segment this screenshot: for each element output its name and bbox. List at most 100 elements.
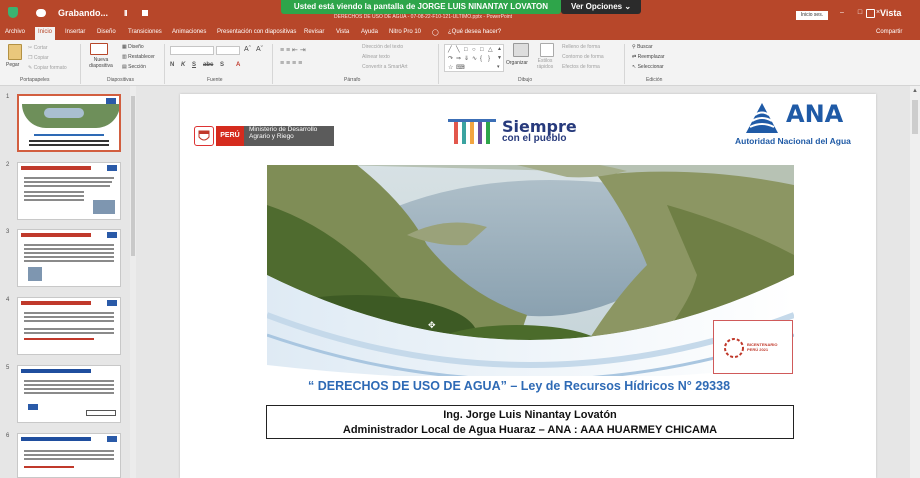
rectangle-shape-icon[interactable]: □ [464, 47, 468, 53]
cut-button[interactable]: ✂ Cortar [28, 45, 48, 51]
tab-vista[interactable]: Vista [336, 29, 349, 35]
thumbnail-logo [107, 436, 117, 442]
arrow-shape-icon[interactable]: ↷ [448, 56, 453, 62]
thumbnail-text [24, 384, 114, 386]
shapes-gallery[interactable]: ╱ ╲ □ ○ □ △ ↷ ⇒ ⇓ ∿ { } ☆ ⌨ ▲ ▼ ▾ [444, 44, 504, 72]
gallery-up-icon[interactable]: ▲ [497, 47, 502, 52]
presenter-role: Administrador Local de Agua Huaraz – ANA… [342, 424, 718, 436]
bullets-button[interactable]: ≡ ≡ ⇤ ⇥ [280, 46, 306, 54]
tab-nitro[interactable]: Nitro Pro 10 [389, 29, 421, 35]
tab-presentacion[interactable]: Presentación con diapositivas [217, 29, 296, 35]
line-shape-icon[interactable]: ╱ [448, 47, 452, 53]
font-name-combo[interactable] [170, 46, 214, 55]
paste-button[interactable]: Pegar [6, 62, 19, 68]
tab-inicio[interactable]: Inicio [35, 27, 56, 40]
arrow-shape-icon[interactable]: ⇓ [464, 56, 469, 62]
share-button[interactable]: Compartir [876, 29, 902, 35]
slide-thumbnail[interactable] [17, 94, 121, 152]
font-shrink-button[interactable]: Aˇ [256, 46, 263, 53]
reset-icon: ▥ [122, 54, 127, 60]
curve-shape-icon[interactable]: ∿ [472, 56, 477, 62]
thumbnail-number: 6 [6, 433, 10, 439]
view-options-button[interactable]: Ver Opciones ⌄ [561, 0, 641, 14]
oval-shape-icon[interactable]: ○ [472, 47, 476, 53]
find-button[interactable]: ⚲ Buscar [632, 44, 653, 50]
format-painter-button[interactable]: ✎ Copiar formato [28, 65, 67, 71]
scroll-thumb[interactable] [912, 100, 918, 134]
italic-button[interactable]: K [181, 62, 185, 68]
thumbnail-text [24, 191, 84, 193]
thumbnail-logo [106, 98, 116, 104]
gallery-down-icon[interactable]: ▼ [497, 56, 502, 61]
line-shape-icon[interactable]: ╲ [456, 47, 460, 53]
layout-button[interactable]: ▦ Diseño [122, 44, 144, 50]
thumbnail-scroll-thumb[interactable] [131, 96, 135, 256]
font-color-button[interactable]: A [236, 62, 240, 68]
replace-button[interactable]: ⇄ Reemplazar [632, 54, 665, 60]
pause-recording-button[interactable]: II [124, 9, 128, 18]
brace-shape-icon[interactable]: { [480, 56, 482, 62]
scroll-up-icon[interactable]: ▲ [912, 88, 918, 94]
text-direction-button[interactable]: Dirección del texto [362, 44, 403, 50]
ribbon-tabs: Archivo Inicio Insertar Diseño Transicio… [0, 26, 920, 40]
reset-button[interactable]: ▥ Restablecer [122, 54, 155, 60]
slide-thumbnail[interactable] [17, 297, 121, 355]
tab-diseno[interactable]: Diseño [97, 29, 116, 35]
triangle-shape-icon[interactable]: △ [488, 47, 493, 53]
layout-icon: ▦ [122, 44, 127, 50]
thumbnail-text [24, 256, 114, 258]
rectangle-shape-icon[interactable]: □ [480, 47, 484, 53]
font-size-combo[interactable] [216, 46, 240, 55]
tab-transiciones[interactable]: Transiciones [128, 29, 162, 35]
thumbnail-text [29, 140, 109, 142]
alignment-buttons[interactable]: ≡ ≡ ≡ ≡ [280, 60, 302, 67]
align-text-button[interactable]: Alinear texto [362, 54, 390, 60]
section-icon: ▤ [122, 64, 127, 70]
shape-effects-button[interactable]: Efectos de forma [562, 64, 600, 70]
security-shield-icon[interactable] [8, 7, 18, 18]
replace-label: Reemplazar [637, 54, 665, 60]
quick-styles-button[interactable]: Estilos rápidos [533, 58, 557, 70]
tab-ayuda[interactable]: Ayuda [361, 29, 378, 35]
tab-animaciones[interactable]: Animaciones [172, 29, 206, 35]
tab-archivo[interactable]: Archivo [5, 29, 25, 35]
gallery-more-icon[interactable]: ▾ [497, 65, 500, 70]
font-grow-button[interactable]: Aˆ [244, 46, 251, 53]
slide-thumbnail[interactable] [17, 365, 121, 423]
slide-thumbnail[interactable] [17, 162, 121, 220]
drawing-group-label: Dibujo [518, 77, 533, 83]
shape-fill-button[interactable]: Relleno de forma [562, 44, 600, 50]
brace-shape-icon[interactable]: } [488, 56, 490, 62]
ribbon-separator [624, 44, 625, 84]
copy-button[interactable]: ❐ Copiar [28, 55, 49, 61]
tab-revisar[interactable]: Revisar [304, 29, 324, 35]
smartart-button[interactable]: Convertir a SmartArt [362, 64, 408, 70]
thumbnail-text [24, 199, 84, 201]
select-button[interactable]: ↖ Seleccionar [632, 64, 664, 70]
slide-thumbnail[interactable] [17, 433, 121, 478]
stop-recording-button[interactable] [142, 10, 148, 16]
cursor-icon: ↖ [632, 64, 637, 70]
tell-me-search[interactable]: ¿Qué desea hacer? [448, 29, 501, 35]
new-slide-button[interactable]: Nueva diapositiva [86, 57, 116, 69]
shape-outline-button[interactable]: Contorno de forma [562, 54, 604, 60]
section-button[interactable]: ▤ Sección [122, 64, 146, 70]
strikethrough-button[interactable]: abc [203, 62, 213, 68]
ana-logo-icon [746, 103, 778, 133]
thumbnail-text [24, 181, 112, 183]
thumbnail-text [24, 177, 114, 179]
bold-button[interactable]: N [170, 62, 174, 68]
callout-shape-icon[interactable]: ⌨ [456, 65, 465, 71]
underline-button[interactable]: S [192, 62, 196, 68]
arrange-button[interactable]: Organizar [506, 60, 528, 66]
slide-thumbnail[interactable] [17, 229, 121, 287]
section-label: Sección [128, 64, 146, 70]
shadow-button[interactable]: S [220, 62, 224, 68]
sign-in-button[interactable]: Inicio ses. [796, 11, 828, 20]
tab-insertar[interactable]: Insertar [65, 29, 85, 35]
ribbon-separator [272, 44, 273, 84]
arrow-shape-icon[interactable]: ⇒ [456, 56, 461, 62]
star-shape-icon[interactable]: ☆ [448, 65, 453, 71]
view-button[interactable]: Vista [880, 8, 901, 18]
vertical-scrollbar[interactable]: ▲ [910, 86, 920, 478]
